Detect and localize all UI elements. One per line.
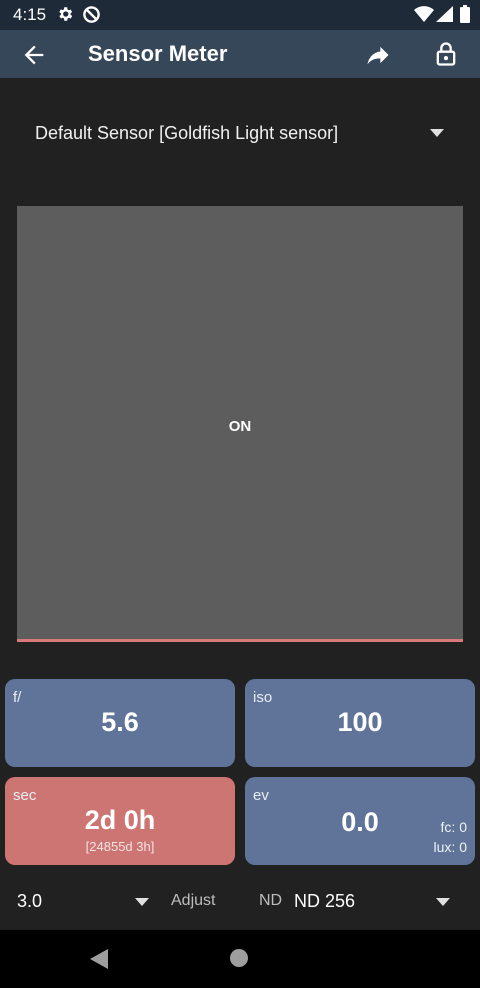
meter-state-label: ON — [228, 418, 252, 435]
no-sync-icon — [83, 6, 100, 23]
page-title: Sensor Meter — [88, 41, 228, 66]
iso-label: iso — [253, 689, 273, 706]
status-bar: 4:15 — [0, 0, 480, 30]
bottom-controls: 3.0 Adjust ND ND 256 — [0, 880, 480, 920]
app-toolbar: Sensor Meter — [0, 30, 480, 78]
nd-filter-select[interactable]: ND 256 — [294, 891, 355, 912]
sensor-select-value: Default Sensor [Goldfish Light sensor] — [35, 123, 339, 143]
shutter-label: sec — [13, 787, 37, 804]
shutter-sub-value: [24855d 3h] — [85, 839, 155, 854]
iso-value: 100 — [337, 707, 383, 737]
signal-icon — [436, 6, 453, 22]
sensor-select[interactable]: Default Sensor [Goldfish Light sensor] — [20, 112, 460, 156]
iso-tile[interactable]: iso 100 — [245, 679, 475, 767]
nav-back-icon[interactable] — [90, 949, 110, 969]
system-nav-bar — [0, 930, 480, 988]
nav-home-icon[interactable] — [230, 949, 248, 967]
dropdown-arrow-icon — [430, 129, 444, 137]
aperture-value: 5.6 — [101, 707, 139, 737]
ev-label: ev — [253, 787, 269, 804]
back-arrow-icon[interactable] — [20, 41, 48, 69]
battery-icon — [460, 5, 470, 23]
adjust-label: Adjust — [171, 892, 216, 909]
ev-tile[interactable]: ev 0.0 fc: 0 lux: 0 — [245, 777, 475, 865]
lock-open-icon[interactable] — [432, 39, 460, 69]
fc-readout: fc: 0 — [440, 819, 467, 835]
aperture-label: f/ — [13, 689, 22, 706]
adjust-value-select[interactable]: 3.0 — [17, 891, 42, 912]
gear-icon — [59, 7, 73, 21]
status-time: 4:15 — [13, 5, 47, 24]
wifi-icon — [414, 6, 434, 22]
share-icon[interactable] — [363, 41, 393, 69]
lux-readout: lux: 0 — [433, 839, 467, 855]
meter-display[interactable]: ON — [17, 206, 463, 642]
aperture-tile[interactable]: f/ 5.6 — [5, 679, 235, 767]
dropdown-arrow-icon[interactable] — [436, 898, 450, 906]
dropdown-arrow-icon[interactable] — [135, 898, 149, 906]
shutter-value: 2d 0h — [84, 805, 156, 835]
shutter-tile[interactable]: sec 2d 0h [24855d 3h] — [5, 777, 235, 865]
nd-label: ND — [259, 892, 283, 909]
